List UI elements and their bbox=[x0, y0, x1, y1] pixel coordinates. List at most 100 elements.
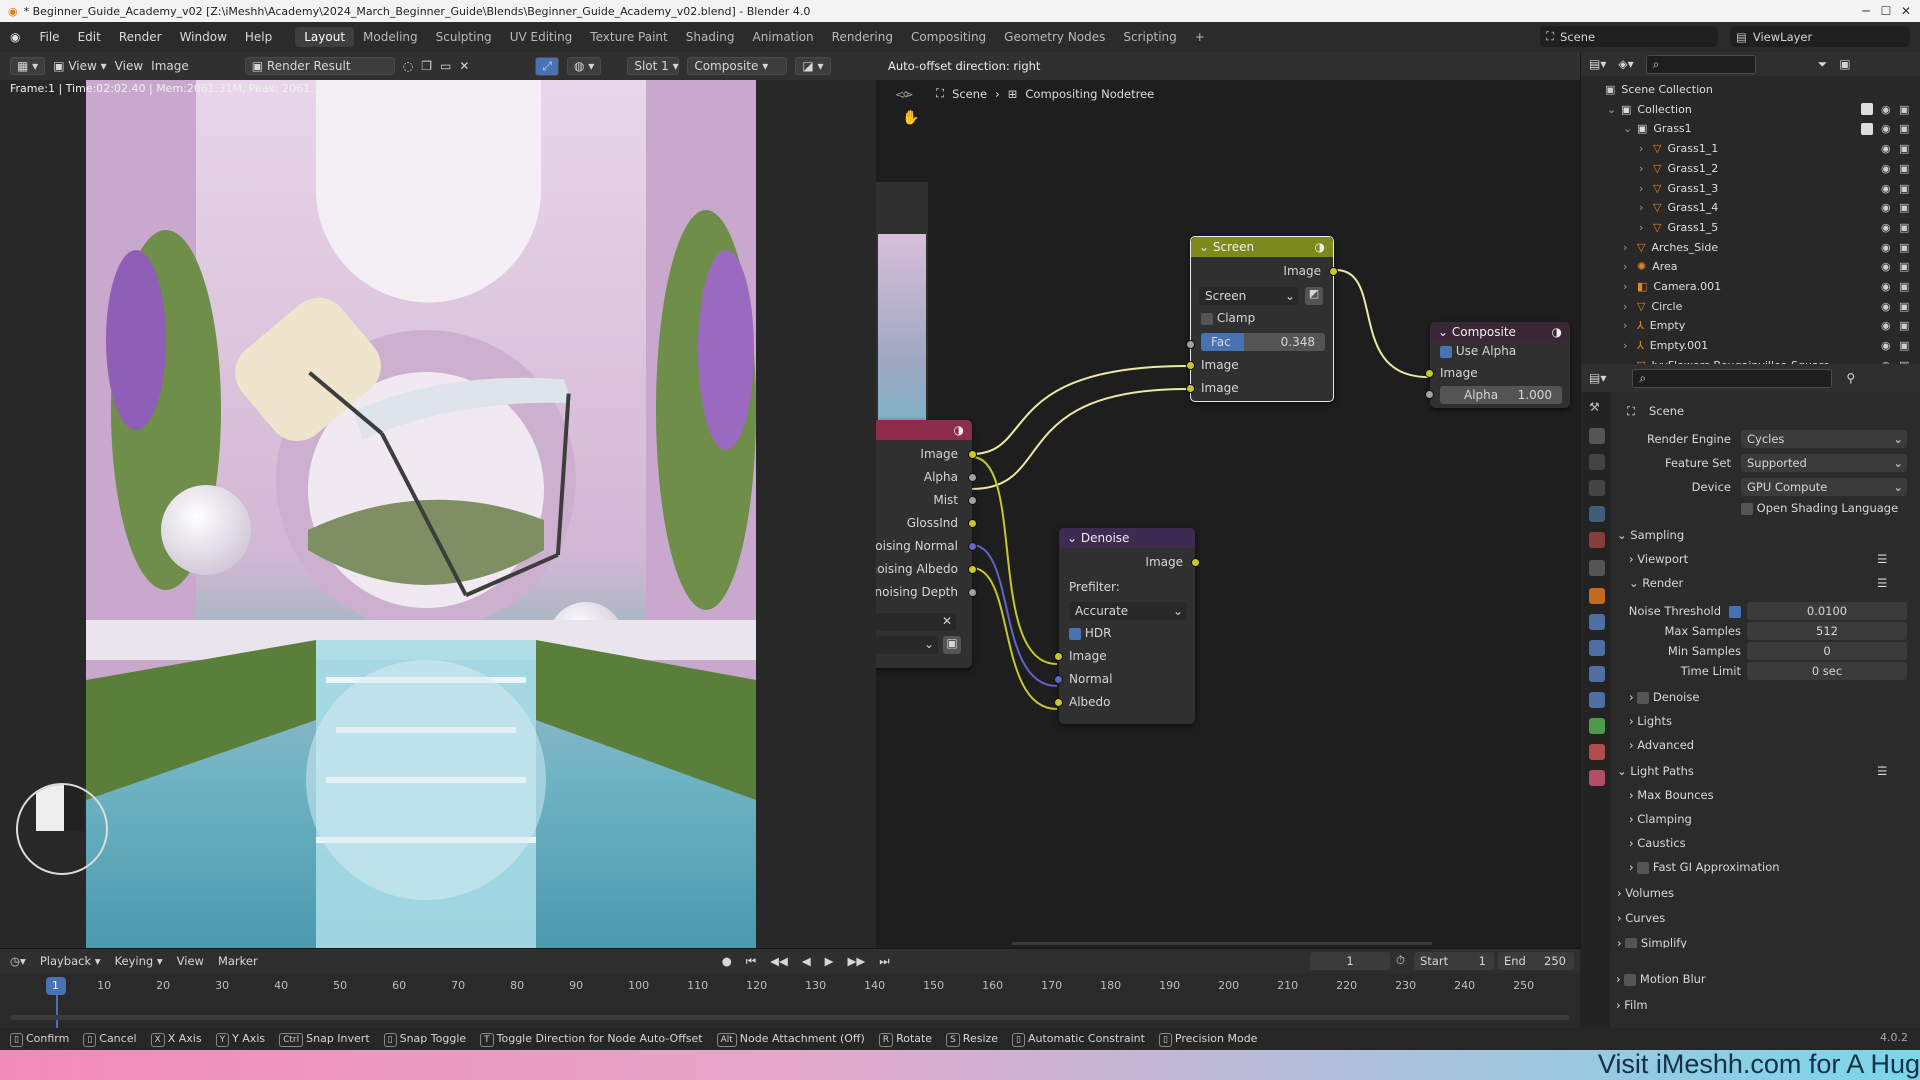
feature-set-dropdown[interactable]: Supported ⌄ bbox=[1741, 454, 1907, 472]
scene-selector[interactable]: ⛶ Scene bbox=[1540, 26, 1718, 47]
motion-blur-checkbox[interactable] bbox=[1624, 973, 1637, 986]
tool-tab-icon[interactable]: ⚒ bbox=[1589, 400, 1605, 416]
visibility-eye-icon[interactable]: ◉ bbox=[1881, 241, 1891, 254]
tab-geometry-nodes[interactable]: Geometry Nodes bbox=[995, 27, 1114, 47]
expand-arrow-icon[interactable]: › bbox=[1623, 241, 1637, 254]
tab-layout[interactable]: Layout bbox=[295, 27, 355, 47]
slot-dropdown[interactable]: Slot 1 ▾ bbox=[627, 57, 680, 75]
tab-animation[interactable]: Animation bbox=[743, 27, 822, 47]
render-layers-header[interactable]: ◑ bbox=[876, 420, 972, 440]
add-workspace-button[interactable]: + bbox=[1186, 27, 1214, 47]
render-camera-icon[interactable]: ▣ bbox=[1899, 339, 1909, 352]
outliner-search[interactable]: ⌕ bbox=[1645, 54, 1756, 74]
rl-scene-field[interactable]: ✕ bbox=[876, 613, 956, 631]
visibility-eye-icon[interactable]: ◉ bbox=[1881, 260, 1891, 273]
visibility-eye-icon[interactable]: ◉ bbox=[1881, 201, 1891, 214]
tab-uv-editing[interactable]: UV Editing bbox=[501, 27, 582, 47]
hdr-checkbox[interactable]: HDR bbox=[1069, 626, 1111, 640]
collapse-chevron-icon[interactable]: ⌄ bbox=[1199, 240, 1213, 254]
caustics-subpanel[interactable]: › Caustics bbox=[1629, 836, 1686, 850]
denoise-normal-socket[interactable] bbox=[1054, 675, 1063, 684]
denoise-image-socket[interactable] bbox=[1054, 652, 1063, 661]
render-camera-icon[interactable]: ▣ bbox=[1899, 162, 1909, 175]
screen-input-socket-2[interactable] bbox=[1186, 384, 1195, 393]
film-panel-header[interactable]: › Film bbox=[1616, 998, 1648, 1012]
outliner-row[interactable]: › ⅄ Empty.001 ◉ ▣ bbox=[1581, 336, 1920, 355]
tab-texture-paint[interactable]: Texture Paint bbox=[581, 27, 676, 47]
particles-tab-icon[interactable] bbox=[1589, 640, 1605, 656]
constraints-tab-icon[interactable] bbox=[1589, 692, 1605, 708]
outliner-editor-type-icon[interactable]: ▤▾ bbox=[1589, 57, 1606, 71]
max-samples-field[interactable]: 512 bbox=[1747, 622, 1907, 640]
image-menu[interactable]: Image bbox=[151, 59, 189, 73]
volumes-panel-header[interactable]: › Volumes bbox=[1617, 886, 1674, 900]
screen-input-socket-1[interactable] bbox=[1186, 361, 1195, 370]
outliner-row[interactable]: › ◧ Camera.001 ◉ ▣ bbox=[1581, 277, 1920, 296]
visibility-eye-icon[interactable]: ◉ bbox=[1881, 122, 1891, 135]
clamp-check[interactable] bbox=[1201, 312, 1213, 325]
time-limit-field[interactable]: 0 sec bbox=[1747, 662, 1907, 680]
curves-panel-header[interactable]: › Curves bbox=[1617, 911, 1665, 925]
expand-arrow-icon[interactable]: › bbox=[1639, 162, 1653, 175]
exclude-checkbox[interactable] bbox=[1861, 103, 1873, 116]
layer-dropdown[interactable]: Composite ▾ bbox=[687, 57, 788, 75]
denoise-node[interactable]: ⌄ Denoise Image Prefilter: Accurate ⌄ HDR… bbox=[1054, 528, 1200, 724]
outliner-row[interactable]: › ✺ Area ◉ ▣ bbox=[1581, 257, 1920, 276]
collapse-chevron-icon[interactable]: ⌄ bbox=[1438, 325, 1452, 339]
outliner-row[interactable]: ⌄ ▣ Collection ◉ ▣ bbox=[1581, 100, 1920, 119]
render-camera-icon[interactable]: ▣ bbox=[1899, 103, 1909, 116]
clear-icon[interactable]: ✕ bbox=[942, 614, 952, 628]
viewport-presets-icon[interactable]: ☰ bbox=[1877, 552, 1887, 566]
noise-threshold-checkbox[interactable] bbox=[1729, 606, 1741, 618]
compositor-node-editor[interactable]: Auto-offset direction: right ⌕ ✋ <> ⛶ Sc… bbox=[876, 52, 1580, 948]
new-image-icon[interactable]: ❐ bbox=[421, 59, 432, 73]
expand-arrow-icon[interactable]: › bbox=[1623, 319, 1637, 332]
expand-arrow-icon[interactable]: › bbox=[1639, 142, 1653, 155]
render-camera-icon[interactable]: ▣ bbox=[1899, 300, 1909, 313]
object-tab-icon[interactable] bbox=[1589, 588, 1605, 604]
fast-gi-checkbox[interactable] bbox=[1637, 861, 1650, 874]
unlink-icon[interactable]: ✕ bbox=[459, 59, 469, 73]
collection-tab-icon[interactable] bbox=[1589, 560, 1605, 576]
collapse-chevron-icon[interactable]: ⌄ bbox=[1067, 531, 1081, 545]
editor-type-button[interactable]: ▦ ▾ bbox=[10, 57, 46, 75]
outliner-row[interactable]: › ▽ Arches_Side ◉ ▣ bbox=[1581, 238, 1920, 257]
node-editor-scrollbar[interactable] bbox=[1012, 942, 1432, 945]
rl-layer-field[interactable]: ⌄ bbox=[876, 636, 938, 654]
osl-check[interactable] bbox=[1741, 502, 1753, 515]
screen-node-header[interactable]: ⌄ Screen ◑ bbox=[1191, 237, 1333, 257]
light-paths-panel-header[interactable]: ⌄ Light Paths bbox=[1617, 764, 1694, 778]
outliner-row[interactable]: ⌄ ▣ Grass1 ◉ ▣ bbox=[1581, 119, 1920, 138]
render-camera-icon[interactable]: ▣ bbox=[1899, 182, 1909, 195]
render-presets-icon[interactable]: ☰ bbox=[1877, 576, 1887, 590]
light-paths-presets-icon[interactable]: ☰ bbox=[1877, 764, 1887, 778]
render-camera-icon[interactable]: ▣ bbox=[1899, 122, 1909, 135]
render-engine-dropdown[interactable]: Cycles ⌄ bbox=[1741, 430, 1907, 448]
output-tab-icon[interactable] bbox=[1589, 454, 1605, 470]
screen-output-socket[interactable] bbox=[1329, 267, 1338, 276]
alpha-field[interactable]: Alpha 1.000 bbox=[1440, 386, 1562, 404]
menu-file[interactable]: File bbox=[30, 30, 68, 44]
render-camera-icon[interactable]: ▣ bbox=[1899, 280, 1909, 293]
denoise-albedo-socket[interactable] bbox=[1054, 698, 1063, 707]
min-samples-field[interactable]: 0 bbox=[1747, 642, 1907, 660]
material-tab-icon[interactable] bbox=[1589, 744, 1605, 760]
fast-gi-subpanel[interactable]: › Fast GI Approximation bbox=[1629, 860, 1780, 874]
osl-checkbox[interactable]: Open Shading Language bbox=[1741, 501, 1898, 515]
render-camera-icon[interactable]: ▣ bbox=[1899, 260, 1909, 273]
expand-arrow-icon[interactable]: ⌄ bbox=[1623, 122, 1637, 135]
rl-socket-mist[interactable] bbox=[968, 496, 977, 505]
outliner-row[interactable]: › ▽ Grass1_3 ◉ ▣ bbox=[1581, 179, 1920, 198]
outliner-row[interactable]: › ▽ Grass1_5 ◉ ▣ bbox=[1581, 218, 1920, 237]
properties-search[interactable]: ⌕ bbox=[1632, 368, 1833, 388]
tab-rendering[interactable]: Rendering bbox=[823, 27, 902, 47]
expand-arrow-icon[interactable]: › bbox=[1639, 201, 1653, 214]
visibility-eye-icon[interactable]: ◉ bbox=[1881, 300, 1891, 313]
tab-compositing[interactable]: Compositing bbox=[902, 27, 995, 47]
denoise-checkbox[interactable] bbox=[1637, 691, 1650, 704]
denoise-output-socket[interactable] bbox=[1191, 558, 1200, 567]
blender-menu-icon[interactable]: ◉ bbox=[0, 30, 30, 44]
menu-edit[interactable]: Edit bbox=[69, 30, 110, 44]
expand-arrow-icon[interactable]: › bbox=[1623, 300, 1637, 313]
denoise-node-header[interactable]: ⌄ Denoise bbox=[1059, 528, 1195, 548]
